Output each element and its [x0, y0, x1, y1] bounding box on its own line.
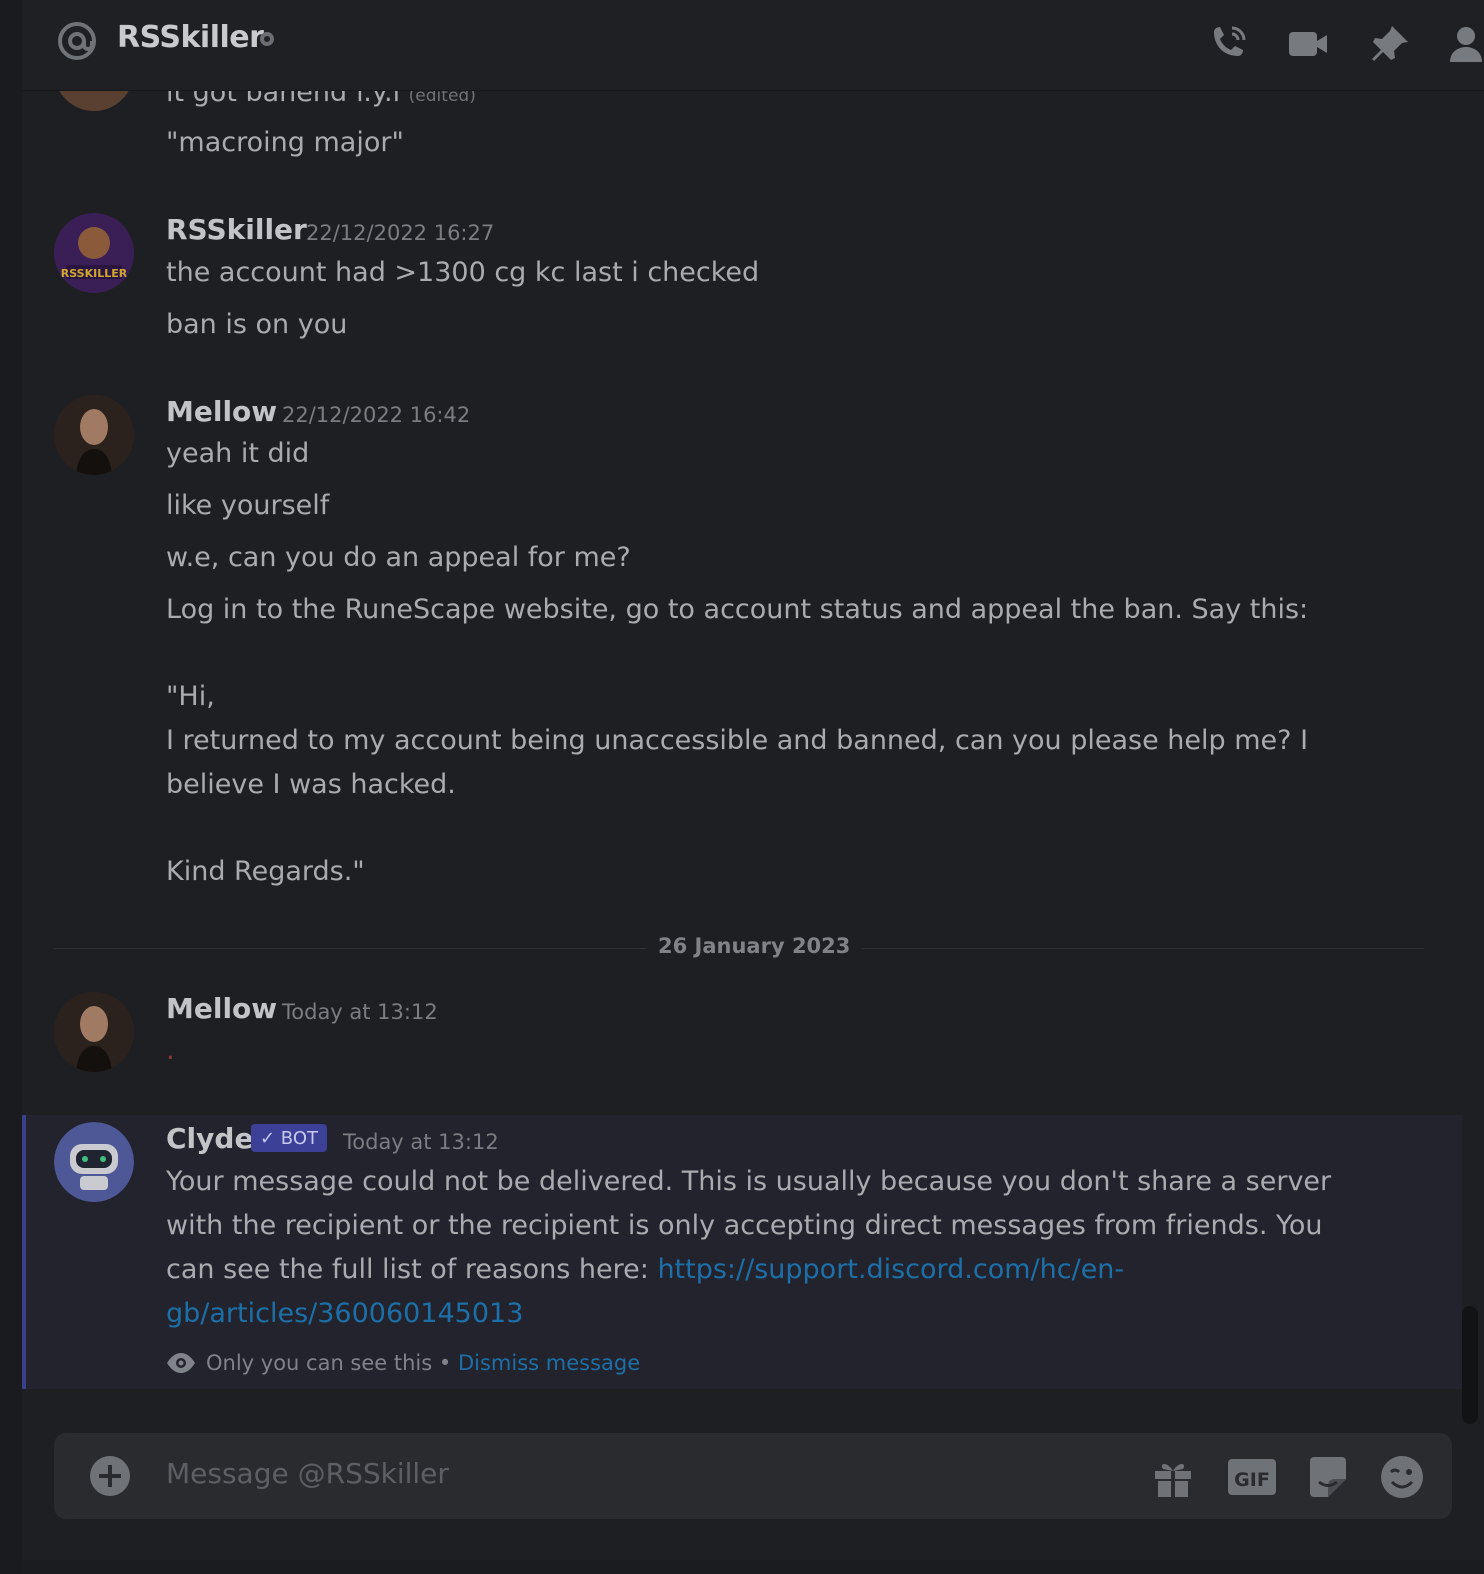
ephemeral-message-highlight	[22, 1115, 1462, 1389]
message-composer: Message @RSSkiller GIF	[54, 1433, 1452, 1519]
message-line: I returned to my account being unaccessi…	[166, 725, 1309, 756]
message-line: Log in to the RuneScape website, go to a…	[166, 594, 1309, 625]
message-line: ban is on you	[166, 309, 348, 340]
message-line: "macroing major"	[166, 127, 404, 158]
svg-text:GIF: GIF	[1234, 1469, 1270, 1491]
avatar[interactable]: RSSKILLER	[54, 213, 134, 293]
add-attachment-icon[interactable]	[89, 1455, 131, 1497]
message-input[interactable]: Message @RSSkiller	[166, 1457, 449, 1490]
message-line: can see the full list of reasons here: h…	[166, 1254, 1125, 1285]
support-link-continued[interactable]: gb/articles/360060145013	[166, 1298, 523, 1329]
message-list[interactable]: it got banend f.y.i (edited) "macroing m…	[22, 91, 1462, 1421]
at-icon	[58, 22, 96, 60]
timestamp: Today at 13:12	[343, 1130, 499, 1154]
message-line: like yourself	[166, 490, 330, 521]
ephemeral-notice: Only you can see this • Dismiss message	[166, 1351, 640, 1375]
message-line: with the recipient or the recipient is o…	[166, 1210, 1323, 1241]
username[interactable]: RSSkiller	[166, 213, 307, 246]
date-divider: 26 January 2023	[646, 934, 863, 958]
message-line: it got banend f.y.i (edited)	[166, 91, 476, 108]
gift-icon[interactable]	[1151, 1455, 1195, 1499]
username[interactable]: Mellow	[166, 395, 277, 428]
avatar[interactable]	[54, 992, 134, 1072]
message-line: Your message could not be delivered. Thi…	[166, 1166, 1332, 1197]
pin-icon[interactable]	[1368, 22, 1412, 66]
notice-text: Only you can see this •	[206, 1351, 452, 1375]
message-line: the account had >1300 cg kc last i check…	[166, 257, 760, 288]
eye-icon	[167, 1353, 195, 1373]
channel-title: RSSkiller	[117, 20, 264, 55]
timestamp: Today at 13:12	[282, 1000, 438, 1024]
sticker-icon[interactable]	[1306, 1455, 1350, 1499]
avatar[interactable]	[54, 1122, 134, 1202]
timestamp: 22/12/2022 16:27	[306, 221, 495, 245]
verified-check-icon: ✓	[259, 1127, 281, 1149]
username[interactable]: Mellow	[166, 992, 277, 1025]
ephemeral-message-bar	[22, 1115, 26, 1389]
message-line: Kind Regards."	[166, 856, 365, 887]
message-line: w.e, can you do an appeal for me?	[166, 542, 631, 573]
emoji-icon[interactable]	[1380, 1455, 1424, 1499]
message-line: believe I was hacked.	[166, 769, 456, 800]
avatar-text: RSSKILLER	[61, 267, 128, 280]
channel-header: RSSkiller	[22, 0, 1484, 91]
status-dot	[260, 32, 274, 46]
dismiss-message-link[interactable]: Dismiss message	[458, 1351, 640, 1375]
video-call-icon[interactable]	[1286, 22, 1330, 66]
message-line: yeah it did	[166, 438, 310, 469]
footer-strip	[22, 1560, 1484, 1574]
server-rail-edge	[0, 0, 22, 1574]
support-link[interactable]: https://support.discord.com/hc/en-	[657, 1254, 1124, 1285]
edited-label: (edited)	[408, 91, 476, 106]
voice-call-icon[interactable]	[1206, 22, 1250, 66]
avatar[interactable]	[54, 395, 134, 475]
scrollbar-thumb[interactable]	[1462, 1306, 1478, 1424]
member-list-icon[interactable]	[1446, 22, 1484, 66]
message-line: "Hi,	[166, 681, 215, 712]
timestamp: 22/12/2022 16:42	[282, 403, 471, 427]
gif-icon[interactable]: GIF	[1227, 1455, 1277, 1499]
avatar[interactable]	[54, 91, 134, 111]
username[interactable]: Clyde	[166, 1122, 253, 1155]
message-line: .	[166, 1035, 175, 1066]
bot-badge: ✓ BOT	[251, 1124, 327, 1152]
